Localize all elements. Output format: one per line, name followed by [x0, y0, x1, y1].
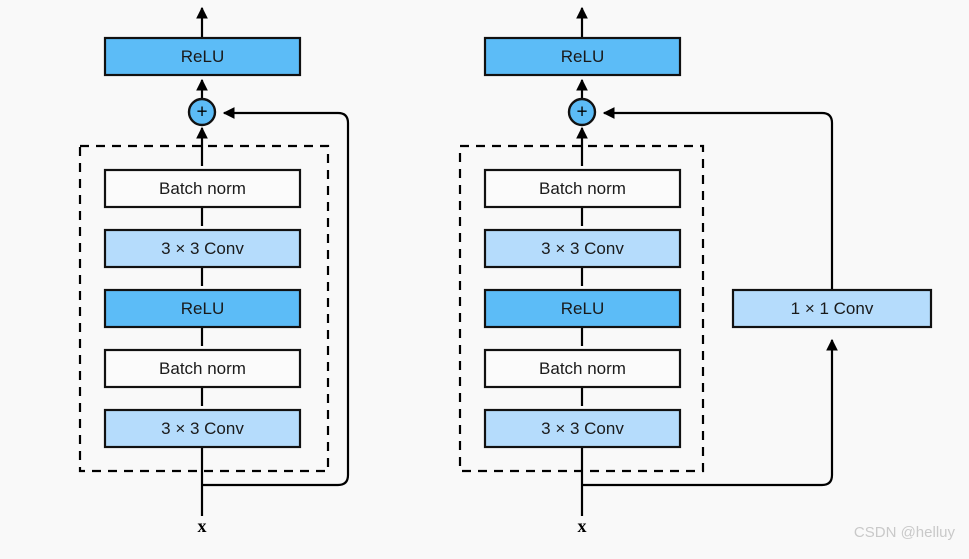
left-block-conv-top[interactable]: 3 × 3 Conv [103, 228, 302, 269]
right-block-relu-output[interactable]: ReLU [483, 36, 682, 77]
residual-blocks-diagram: 3 × 3 Conv Batch norm ReLU 3 × 3 Conv Ba… [78, 6, 956, 541]
right-block-conv-top[interactable]: 3 × 3 Conv [483, 228, 682, 269]
right-block-batchnorm-bottom[interactable]: Batch norm [483, 348, 682, 389]
left-residual-block: 3 × 3 Conv Batch norm ReLU 3 × 3 Conv Ba… [78, 6, 350, 536]
left-block-relu-inner-label: ReLU [181, 299, 224, 318]
left-sum-node-label: + [196, 102, 207, 123]
left-block-conv-top-label: 3 × 3 Conv [161, 239, 244, 258]
left-sum-node[interactable]: + [187, 97, 217, 127]
right-sum-node[interactable]: + [567, 97, 597, 127]
right-block-conv1x1-shortcut[interactable]: 1 × 1 Conv [731, 288, 933, 329]
left-block-conv-bottom-label: 3 × 3 Conv [161, 419, 244, 438]
left-input-label: x [198, 516, 207, 536]
right-block-relu-inner[interactable]: ReLU [483, 288, 682, 329]
left-block-batchnorm-top[interactable]: Batch norm [103, 168, 302, 209]
left-block-batchnorm-bottom[interactable]: Batch norm [103, 348, 302, 389]
left-block-batchnorm-bottom-label: Batch norm [159, 359, 246, 378]
right-block-conv1x1-shortcut-label: 1 × 1 Conv [791, 299, 874, 318]
right-block-relu-inner-label: ReLU [561, 299, 604, 318]
right-block-batchnorm-bottom-label: Batch norm [539, 359, 626, 378]
diagram-canvas: 3 × 3 Conv Batch norm ReLU 3 × 3 Conv Ba… [0, 0, 969, 559]
right-sum-node-label: + [576, 102, 587, 123]
left-block-conv-bottom[interactable]: 3 × 3 Conv [103, 408, 302, 449]
watermark-label: CSDN @helluy [854, 524, 956, 541]
right-block-relu-output-label: ReLU [561, 47, 604, 66]
right-block-batchnorm-top[interactable]: Batch norm [483, 168, 682, 209]
left-block-relu-inner[interactable]: ReLU [103, 288, 302, 329]
right-residual-block: 3 × 3 Conv Batch norm ReLU 3 × 3 Conv Ba… [458, 6, 933, 536]
left-block-relu-output[interactable]: ReLU [103, 36, 302, 77]
right-block-conv-top-label: 3 × 3 Conv [541, 239, 624, 258]
right-block-batchnorm-top-label: Batch norm [539, 179, 626, 198]
right-block-conv-bottom-label: 3 × 3 Conv [541, 419, 624, 438]
left-block-relu-output-label: ReLU [181, 47, 224, 66]
right-input-label: x [578, 516, 587, 536]
left-block-batchnorm-top-label: Batch norm [159, 179, 246, 198]
right-block-conv-bottom[interactable]: 3 × 3 Conv [483, 408, 682, 449]
